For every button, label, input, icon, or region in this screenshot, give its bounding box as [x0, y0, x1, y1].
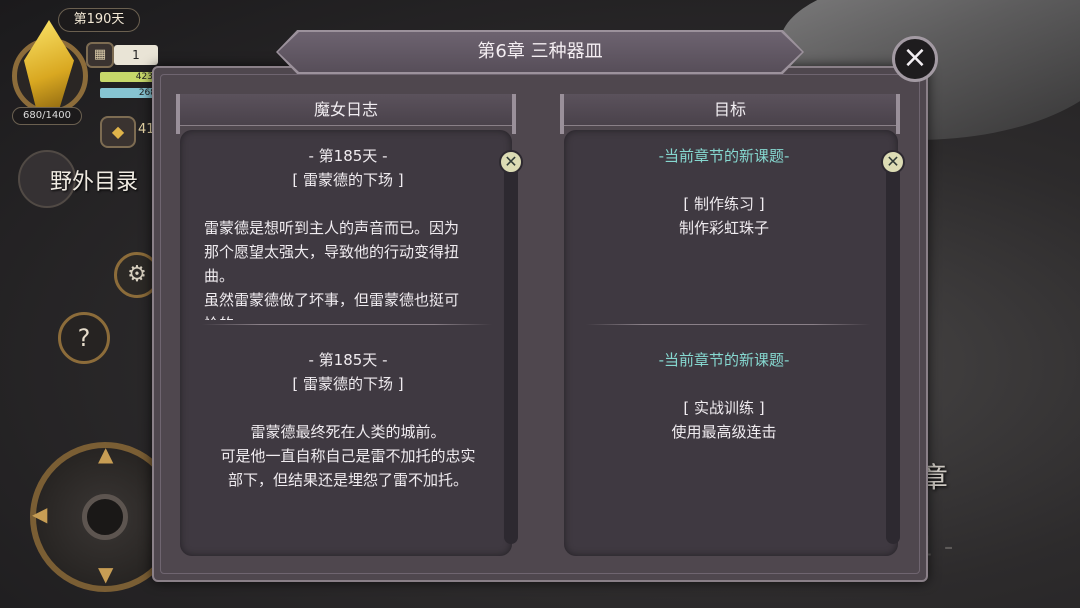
witch-log-scrollbar[interactable]	[504, 156, 518, 544]
log-line: 那个愿望太强大，导致他的行动变得扭	[204, 243, 460, 261]
goal-category: [ 制作练习 ]	[683, 195, 765, 213]
goals-scrollbar[interactable]	[886, 156, 900, 544]
log-line: 虽然雷蒙德做了坏事，但雷蒙德也挺可	[204, 291, 460, 309]
help-button[interactable]: ?	[58, 312, 110, 364]
goal-task: 制作彩虹珠子	[678, 219, 769, 237]
mana-bar: 268	[100, 88, 158, 98]
log-entry: - 第185天 - [ 雷蒙德的下场 ] 雷蒙德最终死在人类的城前。 可是他一直…	[204, 348, 492, 492]
hp-counter: 680/1400	[12, 107, 82, 125]
stamina-bar: 423/	[100, 72, 158, 82]
field-list-button[interactable]: 野外目录	[18, 150, 148, 210]
log-entry-day: - 第185天 -	[308, 351, 388, 369]
goals-header: 目标	[560, 94, 900, 134]
log-line: 部下，但结果还是埋怨了雷不加托。	[227, 471, 468, 489]
goals-panel[interactable]: -当前章节的新课题- [ 制作练习 ] 制作彩虹珠子 -当前章节的新课题- [ …	[564, 130, 905, 556]
calendar-icon[interactable]: ▦	[86, 42, 114, 68]
field-list-label: 野外目录	[50, 170, 139, 195]
goal-item: -当前章节的新课题- [ 实战训练 ] 使用最高级连击	[574, 348, 874, 444]
log-line: 可是他一直自称自己是雷不加托的忠实	[220, 447, 476, 465]
log-entry: - 第185天 - [ 雷蒙德的下场 ] 雷蒙德是想听到主人的声音而已。因为 那…	[204, 144, 492, 320]
joystick-knob[interactable]	[82, 494, 128, 540]
goal-divider	[586, 324, 870, 325]
close-button[interactable]: ×	[892, 36, 938, 82]
log-entry-day: - 第185天 -	[308, 147, 388, 165]
gold-icon[interactable]: ◆	[100, 116, 136, 148]
goal-item: -当前章节的新课题- [ 制作练习 ] 制作彩虹珠子	[574, 144, 874, 240]
day-counter: 第190天	[58, 8, 140, 32]
log-line: 雷蒙德是想听到主人的声音而已。因为	[204, 219, 460, 237]
log-line: 怜的。	[204, 312, 492, 320]
joystick-down-arrow-icon: ▼	[98, 562, 114, 586]
log-line: 雷蒙德最终死在人类的城前。	[250, 423, 446, 441]
log-entry-title: [ 雷蒙德的下场 ]	[292, 171, 404, 189]
goal-category: [ 实战训练 ]	[683, 399, 765, 417]
goal-heading: -当前章节的新课题-	[658, 147, 790, 165]
close-icon[interactable]: ✕	[881, 150, 905, 174]
goal-heading: -当前章节的新课题-	[658, 351, 790, 369]
dialog-title: 第6章 三种器皿	[278, 32, 802, 72]
witch-log-panel[interactable]: - 第185天 - [ 雷蒙德的下场 ] 雷蒙德是想听到主人的声音而已。因为 那…	[180, 130, 523, 556]
goals-title: 目标	[713, 100, 746, 119]
calendar-count: 1	[114, 45, 158, 65]
log-entry-body: 雷蒙德最终死在人类的城前。 可是他一直自称自己是雷不加托的忠实 部下，但结果还是…	[204, 420, 492, 492]
goal-task: 使用最高级连击	[671, 423, 777, 441]
close-icon[interactable]: ✕	[499, 150, 523, 174]
log-line: 曲。	[204, 267, 235, 285]
witch-log-title: 魔女日志	[313, 100, 378, 119]
journal-dialog: 魔女日志 目标 - 第185天 - [ 雷蒙德的下场 ] 雷蒙德是想听到主人的声…	[152, 66, 928, 582]
log-entry-body: 雷蒙德是想听到主人的声音而已。因为 那个愿望太强大，导致他的行动变得扭 曲。 虽…	[204, 216, 492, 320]
witch-log-header: 魔女日志	[176, 94, 516, 134]
entry-divider	[202, 324, 492, 325]
joystick-left-arrow-icon: ◀	[32, 502, 48, 526]
log-entry-title: [ 雷蒙德的下场 ]	[292, 375, 404, 393]
joystick-up-arrow-icon: ▲	[98, 442, 114, 466]
